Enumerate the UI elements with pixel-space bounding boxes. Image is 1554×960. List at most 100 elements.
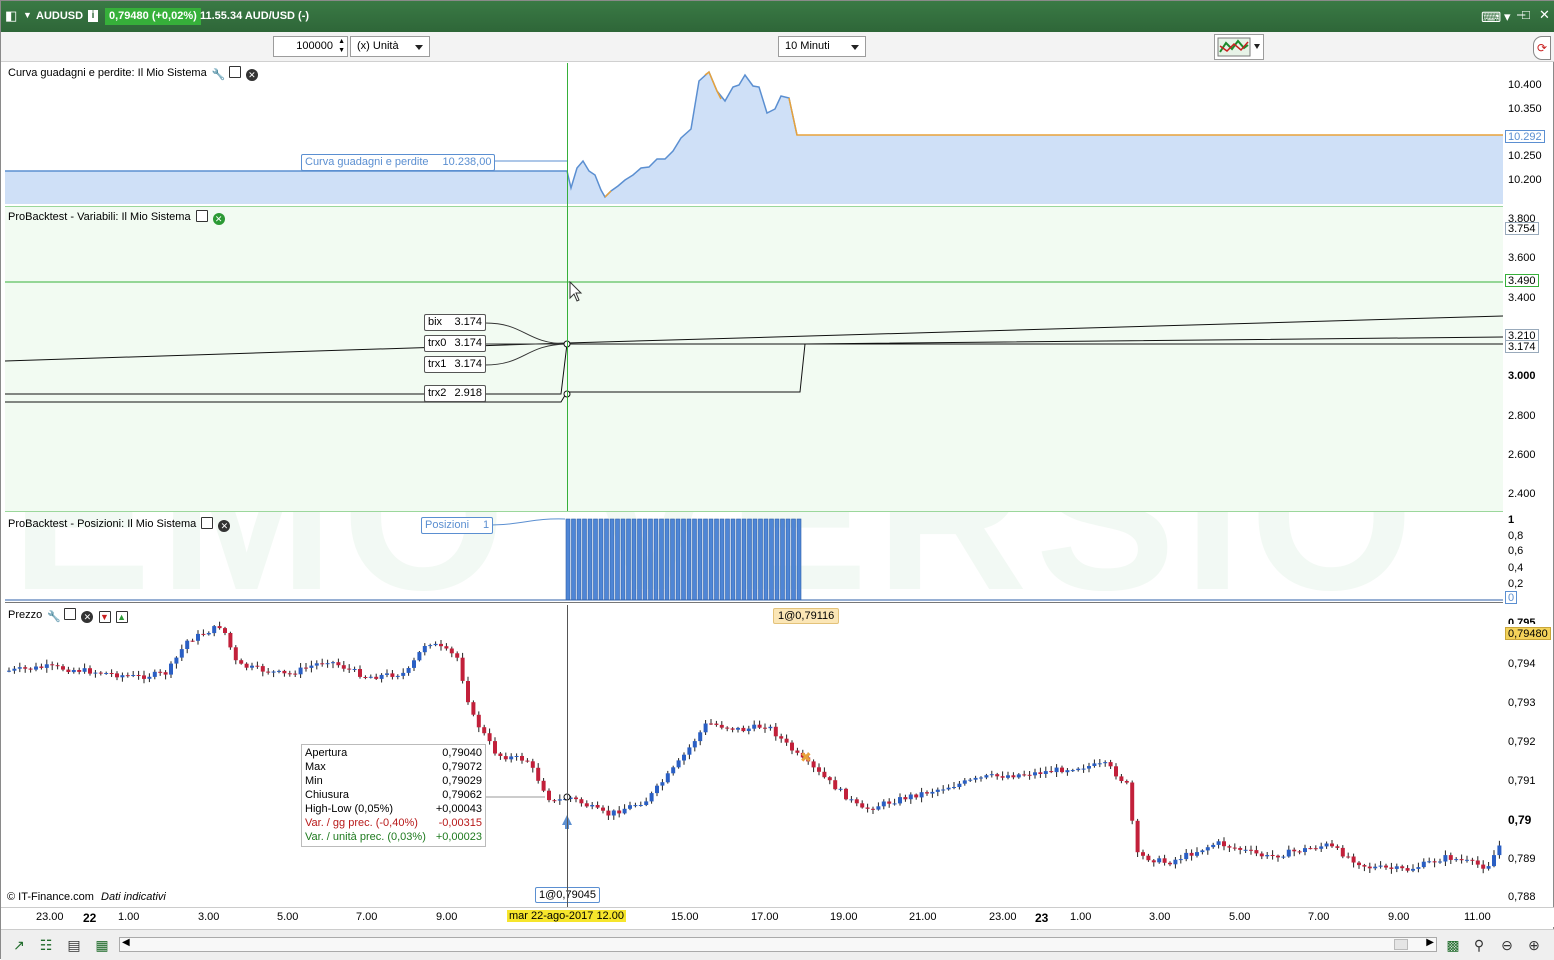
chart-type-icon[interactable]: ◧ [5,8,17,24]
zoom-in-icon[interactable]: ⊕ [1525,936,1543,954]
keyboard-icon[interactable]: ⌨ [1481,9,1501,26]
candle [196,633,200,641]
candle [849,799,854,801]
scroll-thumb[interactable] [1394,939,1408,950]
position-bar [741,518,747,601]
variables-chart [5,280,1503,403]
candle [1465,859,1469,861]
list-icon[interactable]: ▤ [65,936,83,954]
candle [309,665,314,668]
series-value: 3.174 [454,358,482,370]
ohlc-key: Var. / unità prec. (0,03%) [305,831,426,843]
buy-order-icon[interactable]: ▲ [115,611,128,623]
zoom-area-icon[interactable]: ⚲ [1470,936,1488,954]
close-panel-icon[interactable]: ✕ [212,213,225,225]
sell-order-icon[interactable]: ▼ [98,611,111,623]
indicator-button[interactable] [1214,34,1264,60]
time-label: 21.00 [909,911,937,923]
wrench-icon[interactable]: 🔧 [47,610,61,623]
variables-tick: 2.600 [1508,449,1536,461]
window-icon[interactable] [201,517,214,529]
timeframe-select[interactable]: 10 Minuti [778,36,866,57]
candle [88,668,92,674]
candle [757,724,762,728]
candle [433,643,438,646]
candle [698,732,703,742]
candle [784,738,789,743]
candle [665,773,670,783]
candle [1049,771,1054,773]
variables-panel[interactable]: ProBacktest - Variabili: Il Mio Sistema … [5,206,1503,512]
scroll-left-icon[interactable]: ◀ [122,937,130,948]
candle [98,672,103,674]
position-bar [780,518,785,601]
wrench-icon[interactable]: 🔧 [212,68,226,81]
menu-arrow-icon[interactable]: ▼ [23,10,32,20]
candle [1238,848,1243,850]
ohlc-key: Chiusura [305,789,350,801]
close-panel-icon[interactable]: ✕ [218,520,231,532]
candle [217,626,222,629]
dropdown-icon[interactable]: ▾ [1504,9,1511,25]
candle [260,666,265,672]
position-bar [708,518,714,601]
position-bar [719,518,725,601]
candle [1119,776,1124,781]
price-panel[interactable]: ✖ Prezzo 🔧 ✕ ▼ ▲ 1@0,79116 1@0,79045 © I… [5,605,1503,906]
series-label-trx1: trx1 3.174 [424,356,486,373]
zoom-out-icon[interactable]: ⊖ [1498,936,1516,954]
candle [1130,782,1135,821]
candle [919,792,924,798]
candle [169,663,173,675]
candle [606,810,611,816]
side-panel-toggle[interactable]: ⟳ [1533,36,1551,60]
chart-toolbar: 100000 ▲ ▼ (x) Unità 10 Minuti ⟳ [1,32,1554,62]
scroll-right-icon[interactable]: ▶ [1426,937,1434,948]
maximize-icon[interactable]: □ [1522,7,1530,22]
candle [1362,865,1367,867]
candle [1448,855,1453,860]
candle [1070,770,1075,772]
window-icon[interactable] [228,66,241,78]
position-bar [609,518,615,601]
horizontal-scrollbar[interactable]: ◀ ▶ [119,937,1437,952]
ohlc-key: Var. / gg prec. (-0,40%) [305,817,418,829]
position-bar [703,518,708,601]
info-icon[interactable]: i [88,10,98,22]
candle [77,670,82,672]
close-panel-icon[interactable]: ✕ [245,69,258,81]
quantity-input[interactable]: 100000 ▲ ▼ [273,36,348,57]
candle [250,665,254,668]
positions-panel[interactable]: ProBacktest - Posizioni: Il Mio Sistema … [5,514,1503,603]
spinner-icon[interactable]: ▲ ▼ [338,37,345,55]
candle [44,664,49,668]
candle-style-icon[interactable]: ☷ [37,936,55,954]
window-icon[interactable] [64,608,77,620]
candle [136,675,141,676]
unit-select[interactable]: (x) Unità [350,36,430,57]
close-icon[interactable]: ✕ [1539,7,1550,23]
ohlc-key: Apertura [305,747,348,759]
candle [790,742,794,751]
bar-style-icon[interactable]: ▦ [93,936,111,954]
positions-axis: 1 0,8 0,6 0,4 0,2 0 [1504,514,1554,604]
candle [552,800,557,802]
time-label: 7.00 [356,911,378,923]
equity-panel-title: Curva guadagni e perdite: Il Mio Sistema… [8,66,258,81]
position-bar [675,518,681,601]
trx1-line [5,336,1503,395]
time-label: 3.00 [198,911,220,923]
time-label: 1.00 [1070,911,1092,923]
chart-scale-icon[interactable]: ▩ [1444,936,1462,954]
time-label: 15.00 [671,911,699,923]
window-icon[interactable] [195,210,208,222]
positions-tooltip-value: 1 [483,519,490,531]
positions-zero-tag: 0 [1505,591,1518,604]
candle [1124,781,1129,783]
auto-scroll-icon[interactable]: ↗ [10,936,28,954]
close-panel-icon[interactable]: ✕ [81,611,94,623]
equity-curve-panel[interactable]: Curva guadagni e perdite: Il Mio Sistema… [5,63,1503,204]
candle [671,767,676,774]
candle [1411,868,1415,871]
candle [439,643,443,647]
